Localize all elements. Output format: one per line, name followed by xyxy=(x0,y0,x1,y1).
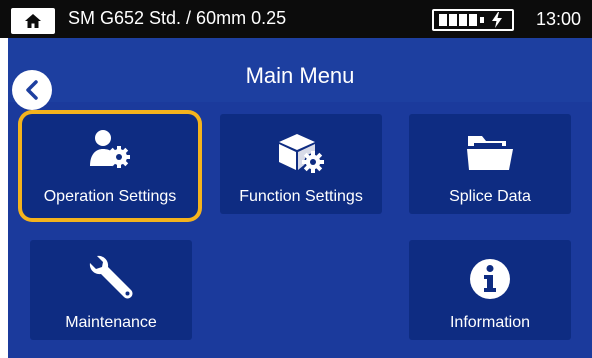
operation-settings-button[interactable]: Operation Settings xyxy=(22,114,198,218)
folder-icon xyxy=(466,132,514,177)
battery-charging-icon xyxy=(432,9,514,31)
maintenance-label: Maintenance xyxy=(65,314,157,331)
maintenance-button[interactable]: Maintenance xyxy=(30,240,192,340)
back-button[interactable] xyxy=(12,70,52,110)
cube-gear-icon xyxy=(275,132,327,179)
status-bar: SM G652 Std. / 60mm 0.25 13:00 xyxy=(0,0,592,38)
info-icon xyxy=(469,258,511,305)
page-title: Main Menu xyxy=(245,63,355,88)
information-button[interactable]: Information xyxy=(409,240,571,340)
function-settings-label: Function Settings xyxy=(239,188,363,205)
user-gear-icon xyxy=(88,128,132,177)
home-button[interactable] xyxy=(11,8,55,34)
splice-data-label: Splice Data xyxy=(449,188,531,205)
splice-data-button[interactable]: Splice Data xyxy=(409,114,571,214)
chevron-left-icon xyxy=(26,80,38,100)
information-label: Information xyxy=(449,314,531,331)
clock-time: 13:00 xyxy=(536,9,582,29)
home-icon xyxy=(25,14,41,28)
operation-settings-label: Operation Settings xyxy=(43,188,177,205)
fiber-profile-label: SM G652 Std. / 60mm 0.25 xyxy=(68,8,287,28)
function-settings-button[interactable]: Function Settings xyxy=(220,114,382,214)
main-menu-screen: SM G652 Std. / 60mm 0.25 13:00 Main Menu xyxy=(0,0,592,358)
wrench-icon xyxy=(87,254,135,307)
